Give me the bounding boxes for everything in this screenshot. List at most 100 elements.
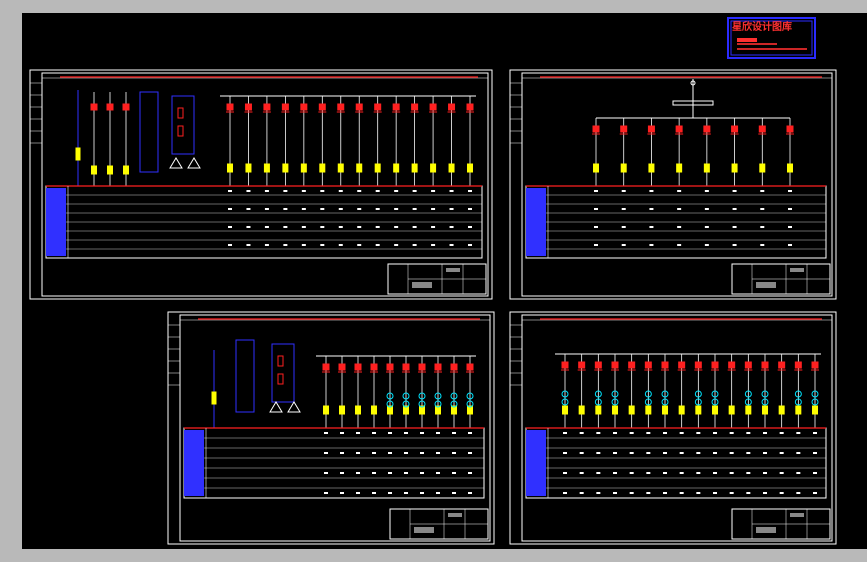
cell-mark bbox=[356, 432, 360, 434]
aux-breaker bbox=[122, 103, 130, 111]
cell-mark bbox=[394, 226, 399, 228]
breaker bbox=[450, 363, 458, 371]
cell-mark bbox=[452, 492, 456, 494]
title-text bbox=[756, 527, 776, 533]
breaker bbox=[226, 103, 234, 111]
cable-tag bbox=[562, 405, 568, 415]
cell-mark bbox=[388, 472, 392, 474]
cell-mark bbox=[646, 452, 651, 454]
cable-tag bbox=[662, 405, 668, 415]
cell-mark bbox=[760, 190, 765, 192]
cell-mark bbox=[449, 208, 454, 210]
cell-mark bbox=[340, 472, 344, 474]
cable-tag bbox=[645, 405, 652, 415]
cell-mark bbox=[796, 452, 801, 454]
breaker bbox=[611, 361, 619, 369]
cell-mark bbox=[431, 190, 436, 192]
cell-mark bbox=[372, 472, 376, 474]
breaker bbox=[794, 361, 802, 369]
cell-mark bbox=[613, 492, 617, 494]
cell-mark bbox=[663, 492, 667, 494]
breaker bbox=[466, 363, 474, 371]
cell-mark bbox=[375, 244, 380, 246]
cell-mark bbox=[436, 452, 440, 454]
cell-mark bbox=[357, 208, 362, 210]
cell-mark bbox=[649, 208, 654, 210]
cell-mark bbox=[646, 472, 651, 474]
breaker bbox=[778, 361, 786, 369]
cell-mark bbox=[677, 190, 682, 192]
cable-tag bbox=[371, 405, 377, 415]
cell-mark bbox=[594, 226, 598, 228]
cable-tag bbox=[676, 163, 683, 173]
cell-mark bbox=[746, 492, 751, 494]
cell-mark bbox=[301, 208, 306, 210]
cable-tag bbox=[703, 163, 710, 173]
cell-mark bbox=[412, 226, 417, 228]
feed-tag bbox=[211, 391, 217, 405]
cell-mark bbox=[340, 452, 344, 454]
cell-mark bbox=[468, 226, 472, 228]
cell-mark bbox=[431, 244, 436, 246]
aux-breaker bbox=[106, 103, 114, 111]
cell-mark bbox=[646, 492, 651, 494]
cell-mark bbox=[704, 244, 709, 246]
cell-mark bbox=[404, 432, 408, 434]
cell-mark bbox=[763, 492, 767, 494]
cell-mark bbox=[613, 472, 617, 474]
cell-mark bbox=[394, 208, 399, 210]
cell-mark bbox=[732, 208, 737, 210]
breaker bbox=[337, 103, 345, 111]
title-text bbox=[790, 268, 804, 272]
cell-mark bbox=[713, 472, 717, 474]
cell-mark bbox=[452, 472, 456, 474]
cell-mark bbox=[375, 226, 380, 228]
cell-mark bbox=[813, 432, 817, 434]
breaker bbox=[703, 125, 711, 133]
cell-mark bbox=[412, 208, 417, 210]
cell-mark bbox=[324, 492, 328, 494]
cell-mark bbox=[436, 492, 440, 494]
cell-mark bbox=[301, 226, 306, 228]
cable-tag bbox=[448, 163, 455, 173]
cell-mark bbox=[356, 452, 360, 454]
cell-mark bbox=[468, 190, 472, 192]
cell-mark bbox=[468, 244, 472, 246]
cable-tag bbox=[578, 405, 585, 415]
cell-mark bbox=[629, 432, 634, 434]
breaker bbox=[647, 125, 655, 133]
breaker bbox=[338, 363, 346, 371]
cell-mark bbox=[621, 190, 626, 192]
breaker bbox=[578, 361, 586, 369]
cell-mark bbox=[594, 208, 598, 210]
cell-mark bbox=[649, 226, 654, 228]
cable-tag bbox=[227, 163, 233, 173]
cell-mark bbox=[228, 208, 232, 210]
breaker bbox=[281, 103, 289, 111]
cable-tag bbox=[430, 163, 437, 173]
breaker bbox=[761, 361, 769, 369]
cell-mark bbox=[420, 472, 424, 474]
cell-mark bbox=[579, 492, 584, 494]
cell-mark bbox=[704, 226, 709, 228]
cell-mark bbox=[388, 452, 392, 454]
cell-mark bbox=[449, 226, 454, 228]
cell-mark bbox=[372, 432, 376, 434]
cell-mark bbox=[596, 472, 601, 474]
cell-mark bbox=[594, 190, 598, 192]
cell-mark bbox=[646, 432, 651, 434]
cell-mark bbox=[228, 244, 232, 246]
cell-mark bbox=[788, 226, 792, 228]
cell-mark bbox=[621, 244, 626, 246]
cell-mark bbox=[629, 452, 634, 454]
cad-canvas bbox=[22, 13, 867, 549]
cable-tag bbox=[620, 163, 627, 173]
cell-mark bbox=[696, 472, 701, 474]
cell-mark bbox=[563, 432, 567, 434]
cell-mark bbox=[732, 226, 737, 228]
cell-mark bbox=[283, 190, 288, 192]
cell-mark bbox=[412, 190, 417, 192]
cable-tag bbox=[762, 405, 768, 415]
cell-mark bbox=[449, 190, 454, 192]
cell-mark bbox=[356, 472, 360, 474]
